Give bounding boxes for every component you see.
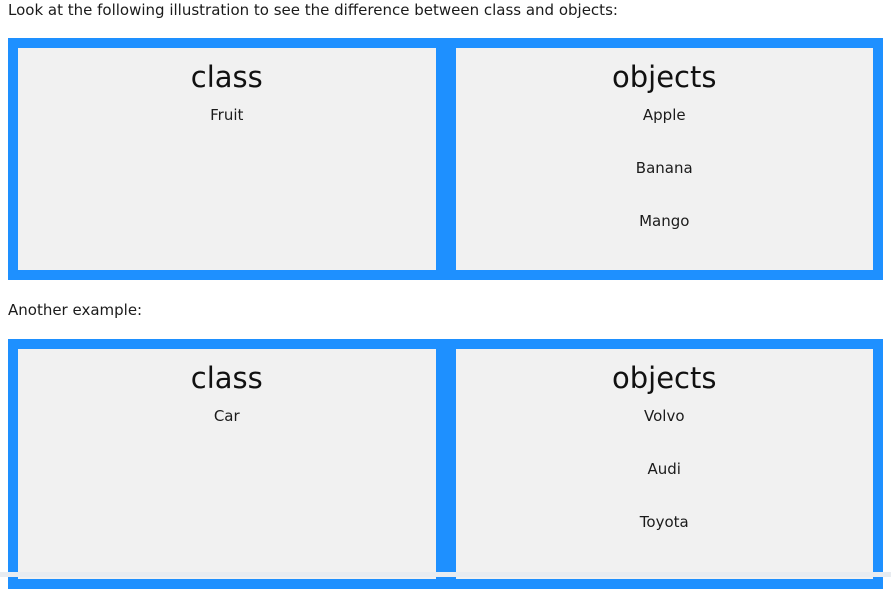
object-item: Audi (647, 460, 681, 478)
illustration-fruit: class Fruit objects Apple Banana Mango (8, 38, 883, 280)
class-panel: class Fruit (18, 48, 436, 270)
object-item: Toyota (639, 513, 689, 531)
objects-panel-title: objects (612, 60, 717, 94)
object-item: Volvo (644, 407, 685, 425)
intro-text: Look at the following illustration to se… (8, 1, 618, 19)
class-item: Car (213, 407, 240, 425)
objects-panel: objects Apple Banana Mango (455, 48, 873, 270)
viewport-bottom-edge (0, 572, 891, 577)
another-example-text: Another example: (8, 301, 143, 319)
object-item: Mango (639, 212, 690, 230)
class-panel: class Car (18, 349, 436, 579)
illustration-car: class Car objects Volvo Audi Toyota (8, 339, 883, 589)
object-item: Banana (635, 159, 693, 177)
objects-panel: objects Volvo Audi Toyota (455, 349, 873, 579)
class-panel-title: class (190, 60, 263, 94)
class-item: Fruit (210, 106, 244, 124)
class-panel-title: class (190, 361, 263, 395)
objects-panel-title: objects (612, 361, 717, 395)
object-item: Apple (642, 106, 686, 124)
